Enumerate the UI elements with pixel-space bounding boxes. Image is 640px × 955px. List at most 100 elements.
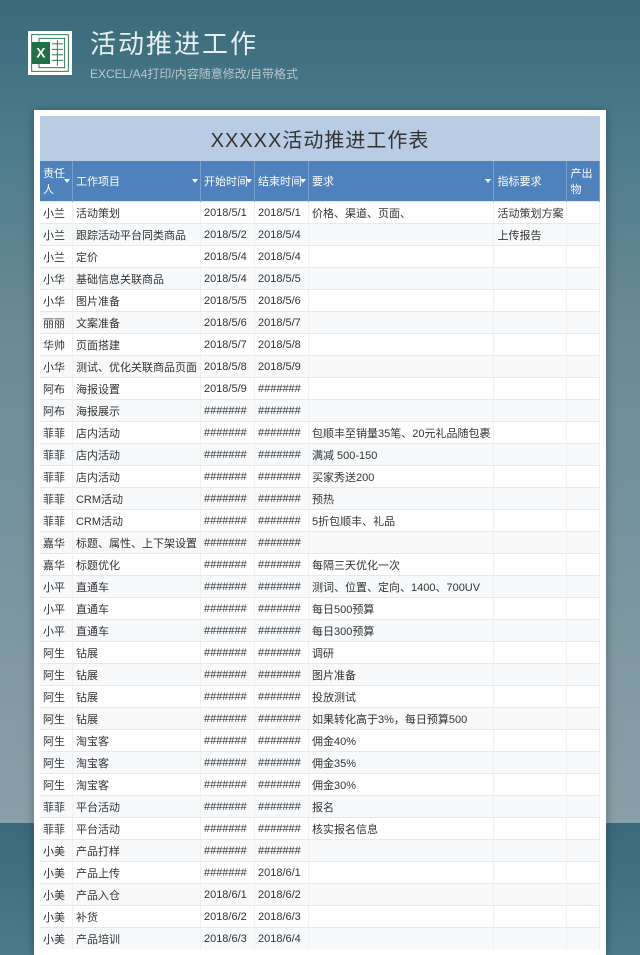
table-cell[interactable] bbox=[494, 246, 567, 268]
table-cell[interactable]: 菲菲 bbox=[40, 488, 72, 510]
table-cell[interactable]: 菲菲 bbox=[40, 796, 72, 818]
table-cell[interactable]: 产品打样 bbox=[72, 840, 200, 862]
table-cell[interactable] bbox=[308, 532, 493, 554]
table-cell[interactable]: ####### bbox=[254, 598, 308, 620]
table-cell[interactable] bbox=[494, 862, 567, 884]
table-cell[interactable]: ####### bbox=[200, 554, 254, 576]
table-cell[interactable]: 直通车 bbox=[72, 598, 200, 620]
table-cell[interactable]: 阿生 bbox=[40, 686, 72, 708]
filter-dropdown-icon[interactable] bbox=[485, 179, 491, 183]
table-cell[interactable]: 2018/6/4 bbox=[254, 928, 308, 950]
column-header[interactable]: 结束时间 bbox=[254, 161, 308, 202]
table-cell[interactable]: 阿生 bbox=[40, 774, 72, 796]
table-cell[interactable] bbox=[567, 378, 600, 400]
table-cell[interactable] bbox=[567, 686, 600, 708]
table-cell[interactable]: 包顺丰至销量35笔、20元礼品随包裹 bbox=[308, 422, 493, 444]
table-cell[interactable]: ####### bbox=[254, 620, 308, 642]
table-cell[interactable]: 菲菲 bbox=[40, 444, 72, 466]
table-cell[interactable] bbox=[308, 334, 493, 356]
table-cell[interactable]: 2018/5/4 bbox=[200, 246, 254, 268]
table-cell[interactable] bbox=[308, 224, 493, 246]
table-cell[interactable]: 小兰 bbox=[40, 202, 72, 224]
table-cell[interactable]: 图片准备 bbox=[308, 664, 493, 686]
table-cell[interactable] bbox=[567, 466, 600, 488]
table-cell[interactable] bbox=[567, 576, 600, 598]
table-cell[interactable]: 产品上传 bbox=[72, 862, 200, 884]
table-cell[interactable]: ####### bbox=[254, 400, 308, 422]
table-cell[interactable]: ####### bbox=[254, 444, 308, 466]
table-cell[interactable]: 报名 bbox=[308, 796, 493, 818]
table-cell[interactable] bbox=[494, 378, 567, 400]
table-cell[interactable] bbox=[567, 510, 600, 532]
table-cell[interactable] bbox=[494, 730, 567, 752]
table-cell[interactable]: 淘宝客 bbox=[72, 730, 200, 752]
table-cell[interactable]: 菲菲 bbox=[40, 422, 72, 444]
table-cell[interactable] bbox=[567, 356, 600, 378]
column-header[interactable]: 责任人 bbox=[40, 161, 72, 202]
table-cell[interactable] bbox=[308, 356, 493, 378]
table-cell[interactable]: 2018/5/8 bbox=[254, 334, 308, 356]
table-cell[interactable]: ####### bbox=[254, 532, 308, 554]
table-cell[interactable]: 2018/5/9 bbox=[200, 378, 254, 400]
table-cell[interactable]: 2018/6/3 bbox=[200, 928, 254, 950]
table-cell[interactable]: 店内活动 bbox=[72, 422, 200, 444]
table-cell[interactable] bbox=[494, 840, 567, 862]
column-header[interactable]: 开始时间 bbox=[200, 161, 254, 202]
table-cell[interactable]: 标题优化 bbox=[72, 554, 200, 576]
table-cell[interactable]: ####### bbox=[200, 466, 254, 488]
table-cell[interactable]: 补货 bbox=[72, 906, 200, 928]
table-cell[interactable]: 小兰 bbox=[40, 224, 72, 246]
table-cell[interactable]: 产品培训 bbox=[72, 928, 200, 950]
table-cell[interactable] bbox=[494, 642, 567, 664]
table-cell[interactable]: 小华 bbox=[40, 268, 72, 290]
table-cell[interactable]: ####### bbox=[254, 818, 308, 840]
table-cell[interactable]: 佣金30% bbox=[308, 774, 493, 796]
table-cell[interactable] bbox=[494, 752, 567, 774]
table-cell[interactable]: ####### bbox=[254, 708, 308, 730]
table-cell[interactable] bbox=[494, 312, 567, 334]
table-cell[interactable]: 海报设置 bbox=[72, 378, 200, 400]
table-cell[interactable]: 5折包顺丰、礼品 bbox=[308, 510, 493, 532]
table-cell[interactable]: 菲菲 bbox=[40, 466, 72, 488]
table-cell[interactable] bbox=[494, 906, 567, 928]
table-cell[interactable]: 2018/5/2 bbox=[200, 224, 254, 246]
table-cell[interactable]: 小平 bbox=[40, 620, 72, 642]
table-cell[interactable]: 2018/5/8 bbox=[200, 356, 254, 378]
table-cell[interactable]: 满减 500-150 bbox=[308, 444, 493, 466]
table-cell[interactable]: 小美 bbox=[40, 884, 72, 906]
table-cell[interactable]: ####### bbox=[254, 510, 308, 532]
table-cell[interactable] bbox=[494, 708, 567, 730]
table-cell[interactable]: 菲菲 bbox=[40, 510, 72, 532]
table-cell[interactable]: ####### bbox=[254, 774, 308, 796]
table-cell[interactable]: ####### bbox=[200, 642, 254, 664]
table-cell[interactable]: 测词、位置、定向、1400、700UV bbox=[308, 576, 493, 598]
table-cell[interactable]: ####### bbox=[200, 576, 254, 598]
table-cell[interactable]: 2018/5/9 bbox=[254, 356, 308, 378]
table-cell[interactable]: 丽丽 bbox=[40, 312, 72, 334]
table-cell[interactable]: ####### bbox=[200, 818, 254, 840]
table-cell[interactable]: 2018/5/1 bbox=[254, 202, 308, 224]
table-cell[interactable]: ####### bbox=[200, 444, 254, 466]
table-cell[interactable]: 2018/5/5 bbox=[200, 290, 254, 312]
table-cell[interactable] bbox=[567, 642, 600, 664]
table-cell[interactable]: 钻展 bbox=[72, 708, 200, 730]
table-cell[interactable] bbox=[494, 290, 567, 312]
table-cell[interactable]: ####### bbox=[254, 686, 308, 708]
table-cell[interactable] bbox=[308, 290, 493, 312]
table-cell[interactable]: ####### bbox=[200, 598, 254, 620]
table-cell[interactable]: ####### bbox=[200, 664, 254, 686]
table-cell[interactable] bbox=[494, 774, 567, 796]
table-cell[interactable] bbox=[494, 686, 567, 708]
table-cell[interactable]: 小美 bbox=[40, 840, 72, 862]
table-cell[interactable] bbox=[567, 840, 600, 862]
table-cell[interactable]: 2018/5/7 bbox=[200, 334, 254, 356]
table-cell[interactable] bbox=[308, 862, 493, 884]
table-cell[interactable] bbox=[567, 664, 600, 686]
table-cell[interactable] bbox=[308, 378, 493, 400]
table-cell[interactable]: 钻展 bbox=[72, 642, 200, 664]
table-cell[interactable] bbox=[567, 290, 600, 312]
table-cell[interactable]: 2018/5/7 bbox=[254, 312, 308, 334]
table-cell[interactable]: 阿生 bbox=[40, 730, 72, 752]
table-cell[interactable]: ####### bbox=[254, 554, 308, 576]
table-cell[interactable]: ####### bbox=[200, 686, 254, 708]
